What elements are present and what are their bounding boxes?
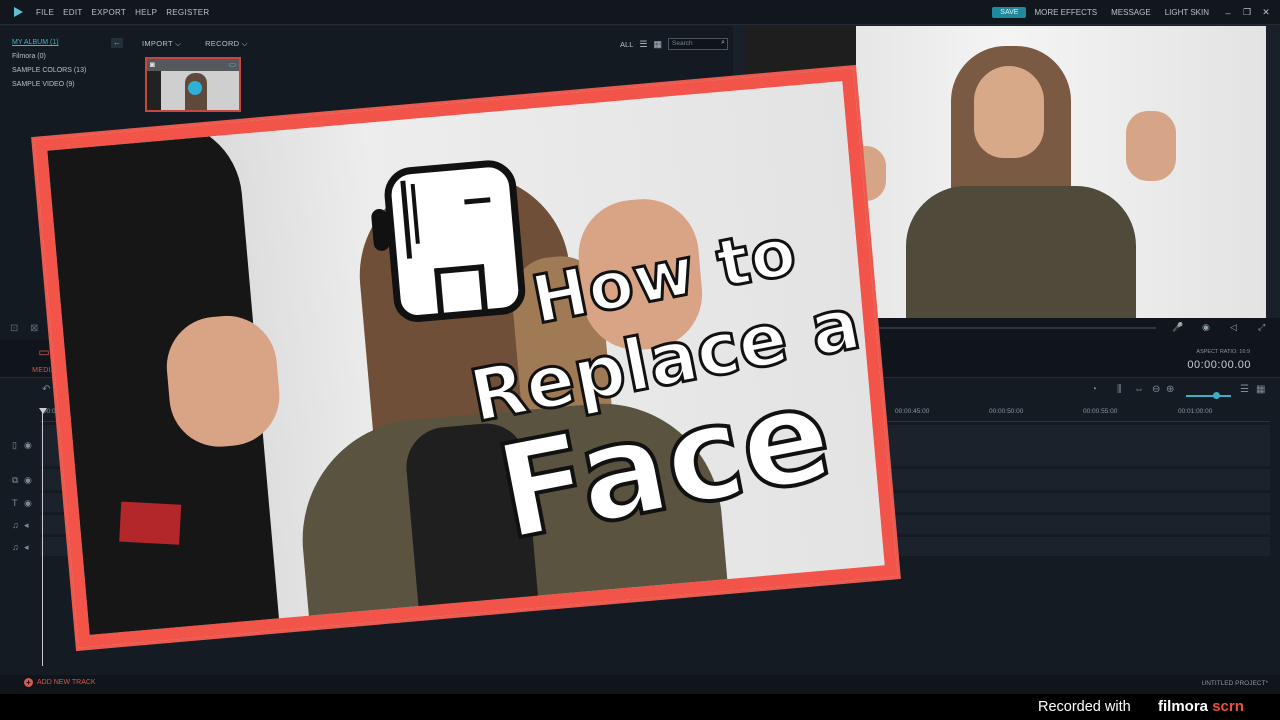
music-icon: ♫ [12,542,19,552]
ruler-tick: 00:01:00:00 [1178,408,1213,415]
thumbnail-header [147,59,239,71]
overlay-curtain-tie [119,501,182,545]
video-clip-icon: ▭ [228,60,236,69]
aspect-ratio-label: ASPECT RATIO: 16:9 [1196,349,1250,355]
record-dropdown[interactable]: RECORD ⌵ [205,39,248,49]
thumbnail-face-blob [188,81,202,95]
music-track-2-header: ♫ ◂ [0,538,40,558]
cartoon-ear [370,208,391,252]
search-input[interactable]: Search ⌕ [668,38,728,50]
add-folder-icon[interactable]: ⊡ [10,323,18,334]
menu-help[interactable]: HELP [135,8,157,17]
ruler-tick: 00:00:55:00 [1083,408,1118,415]
timeline-footer: + ADD NEW TRACK UNTITLED PROJECT* [0,675,1280,694]
menu-file[interactable]: FILE [36,8,54,17]
grid-view-icon[interactable]: ▦ [653,39,662,50]
menu-export[interactable]: EXPORT [92,8,127,17]
eye-icon[interactable]: ◉ [24,440,32,451]
delete-folder-icon[interactable]: ⊠ [30,323,38,334]
preview-jacket [906,186,1136,318]
cartoon-mouth [434,264,488,315]
text-track-icon: T [12,498,18,508]
recorded-with-text: Recorded with [1038,699,1131,715]
add-icon: + [24,678,33,687]
recording-watermark: Recorded with filmora scrn [0,694,1280,720]
eye-icon[interactable]: ◉ [24,498,32,509]
microphone-icon[interactable]: 🎤 [1172,322,1183,333]
fullscreen-icon[interactable]: ⤢ [1258,322,1265,333]
pip-track-icon: ⧉ [12,475,19,485]
text-track-header: T ◉ [0,494,40,514]
list-view-icon[interactable]: ☰ [639,39,647,50]
album-list: MY ALBUM (1) Filmora (0) SAMPLE COLORS (… [0,36,126,92]
cartoon-eye [464,197,491,205]
minimize-icon[interactable]: – [1223,8,1233,18]
ruler-tick: 00:00:45:00 [895,408,930,415]
library-toolbar: IMPORT ⌵ RECORD ⌵ [142,39,248,49]
menubar: FILE EDIT EXPORT HELP REGISTER SAVE MORE… [0,0,1280,25]
add-new-track-label: ADD NEW TRACK [37,679,96,686]
zoom-out-icon[interactable]: ⊖ [1152,384,1160,395]
audio-mixer-icon[interactable]: ⫼ [1117,384,1122,395]
render-icon[interactable]: ◔ [1091,384,1097,395]
album-sample-video[interactable]: SAMPLE VIDEO (9) [0,78,126,92]
thumbnail-overlay: How to Replace a Face [34,68,898,648]
fit-icon[interactable]: ⇔ [1134,384,1144,395]
pip-track-header: ⧉ ◉ [0,471,40,491]
menu-edit[interactable]: EDIT [63,8,82,17]
brand-accent: scrn [1212,698,1244,715]
cartoon-hair-stroke [400,180,413,259]
menu-register[interactable]: REGISTER [166,8,209,17]
album-my-album[interactable]: MY ALBUM (1) [0,36,126,50]
filmora-editor-window: FILE EDIT EXPORT HELP REGISTER SAVE MORE… [0,0,1280,720]
library-filter-bar: ALL ☰ ▦ Search ⌕ [620,38,728,50]
video-track-icon: ▯ [12,440,17,450]
playhead-handle[interactable] [39,408,47,414]
brand-main: filmora [1158,698,1209,715]
music-track-1-header: ♫ ◂ [0,516,40,536]
collapse-arrow-icon[interactable]: ← [111,38,123,48]
message-link[interactable]: MESSAGE [1111,8,1151,17]
zoom-slider-handle[interactable] [1213,392,1220,399]
search-placeholder: Search [672,40,693,47]
light-skin-link[interactable]: LIGHT SKIN [1165,8,1209,17]
save-button[interactable]: SAVE [992,7,1027,18]
timeline-grid-icon[interactable]: ▦ [1256,384,1265,395]
preview-face [974,66,1044,158]
import-dropdown[interactable]: IMPORT ⌵ [142,39,181,49]
playhead-line[interactable] [42,410,43,666]
eye-icon[interactable]: ◉ [24,475,32,486]
menubar-right: SAVE MORE EFFECTS MESSAGE LIGHT SKIN – ❐… [992,0,1280,25]
zoom-in-icon[interactable]: ⊕ [1166,384,1174,395]
speaker-icon[interactable]: ◂ [24,520,29,531]
close-icon[interactable]: ✕ [1261,7,1271,18]
ruler-tick: 00:00:50:00 [989,408,1024,415]
search-icon[interactable]: ⌕ [721,39,725,47]
speaker-icon[interactable]: ◂ [24,542,29,553]
add-new-track-button[interactable]: + ADD NEW TRACK [24,678,96,687]
volume-icon[interactable]: ◁ [1230,322,1237,333]
project-name: UNTITLED PROJECT* [1201,680,1268,687]
media-clip-thumbnail[interactable]: ◙ ▭ [145,57,241,112]
tab-media-label: MEDIA [32,367,56,374]
zoom-slider-track[interactable] [1186,395,1231,397]
filmora-logo-icon [12,5,26,19]
cartoon-face-icon [370,158,528,324]
album-filmora[interactable]: Filmora (0) [0,50,126,64]
thumbnail-curtain [147,71,161,110]
timeline-list-icon[interactable]: ☰ [1240,384,1249,395]
more-effects-link[interactable]: MORE EFFECTS [1034,8,1097,17]
preview-timecode: 00:00:00.00 [1187,359,1251,371]
undo-icon[interactable]: ↶ [42,384,50,395]
music-icon: ♫ [12,520,19,530]
cartoon-hair-stroke [410,183,420,244]
preview-hand-right [1126,111,1176,181]
filmora-scrn-logo: filmora scrn [1158,698,1244,715]
video-track-header: ▯ ◉ [0,436,40,456]
restore-icon[interactable]: ❐ [1242,7,1252,18]
filter-all[interactable]: ALL [620,40,633,49]
camera-icon: ◙ [150,60,155,69]
album-sample-colors[interactable]: SAMPLE COLORS (13) [0,64,126,78]
snapshot-icon[interactable]: ◉ [1202,322,1210,333]
